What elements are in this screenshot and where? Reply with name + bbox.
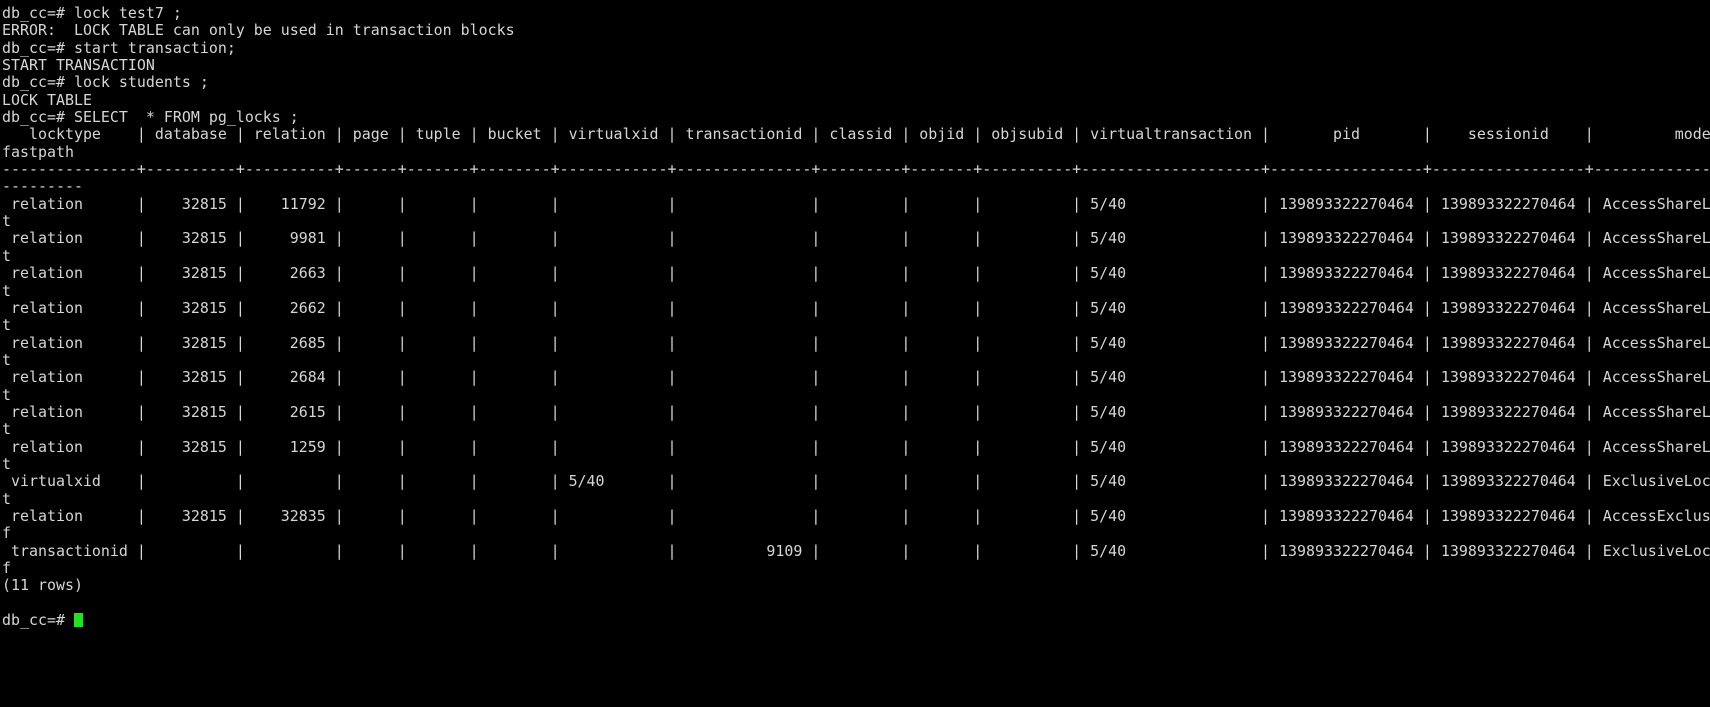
terminal-line: f: [2, 559, 11, 577]
terminal-line: db_cc=# start transaction;: [2, 38, 236, 57]
terminal-screen[interactable]: db_cc=# lock test7 ; ERROR: LOCK TABLE ca…: [0, 0, 1710, 707]
terminal-prompt-line: db_cc=#: [2, 611, 1710, 629]
terminal-line: relation | 32815 | 32835 | | | | | | | |…: [2, 506, 1710, 525]
terminal-cursor: [73, 613, 83, 628]
terminal-line: relation | 32815 | 2663 | | | | | | | | …: [2, 264, 1710, 283]
terminal-line: ERROR: LOCK TABLE can only be used in tr…: [2, 21, 515, 40]
terminal-line: t: [2, 489, 11, 508]
terminal-line: f: [2, 524, 11, 543]
terminal-line: t: [2, 420, 11, 439]
terminal-line: t: [2, 350, 11, 369]
terminal-line: t: [2, 281, 11, 300]
terminal-line: db_cc=# lock students ;: [2, 73, 209, 92]
terminal-line: relation | 32815 | 11792 | | | | | | | |…: [2, 194, 1710, 213]
terminal-line: LOCK TABLE: [2, 90, 92, 109]
terminal-line: relation | 32815 | 2685 | | | | | | | | …: [2, 333, 1710, 352]
terminal-line: relation | 32815 | 9981 | | | | | | | | …: [2, 229, 1710, 248]
terminal-line: t: [2, 212, 11, 231]
terminal-line: (11 rows): [2, 576, 83, 595]
terminal-line: relation | 32815 | 1259 | | | | | | | | …: [2, 437, 1710, 456]
terminal-line: fastpath: [2, 142, 74, 161]
terminal-line: ---------------+----------+----------+--…: [2, 160, 1710, 179]
terminal-line: t: [2, 316, 11, 335]
terminal-line: db_cc=# SELECT * FROM pg_locks ;: [2, 108, 299, 127]
terminal-line: relation | 32815 | 2662 | | | | | | | | …: [2, 298, 1710, 317]
terminal-line: relation | 32815 | 2684 | | | | | | | | …: [2, 368, 1710, 387]
terminal-line: t: [2, 385, 11, 404]
terminal-line: relation | 32815 | 2615 | | | | | | | | …: [2, 402, 1710, 421]
terminal-line: ---------: [2, 177, 83, 196]
terminal-line: START TRANSACTION: [2, 56, 155, 75]
terminal-line: t: [2, 454, 11, 473]
terminal-line: locktype | database | relation | page | …: [2, 125, 1710, 144]
terminal-line: t: [2, 246, 11, 265]
terminal-line: db_cc=# lock test7 ;: [2, 4, 182, 22]
terminal-line: virtualxid | | | | | | 5/40 | | | | | 5/…: [2, 472, 1710, 491]
terminal-line: transactionid | | | | | | | 9109 | | | |…: [2, 541, 1710, 560]
